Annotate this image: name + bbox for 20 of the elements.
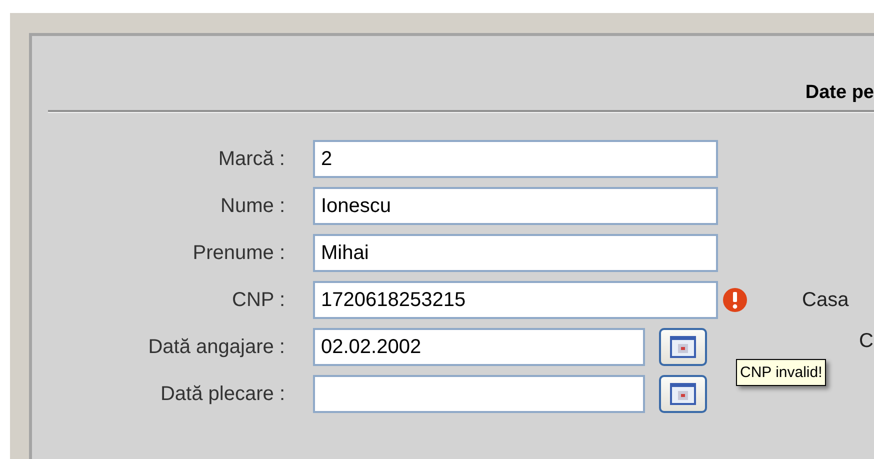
input-field[interactable]: Ionescu <box>313 187 718 225</box>
date-field[interactable] <box>313 375 645 413</box>
calendar-button[interactable] <box>659 328 707 366</box>
field-label: Prenume : <box>192 242 285 264</box>
calendar-icon <box>669 382 697 406</box>
input-field[interactable]: 2 <box>313 140 718 178</box>
field-label: Dată angajare : <box>147 336 285 358</box>
calendar-button[interactable] <box>659 375 707 413</box>
side-label: Casa <box>802 288 849 312</box>
field-label: Marcă : <box>217 148 285 170</box>
error-tooltip: CNP invalid! <box>736 359 826 386</box>
date-field[interactable]: 02.02.2002 <box>313 328 645 366</box>
input-field[interactable]: 1720618253215 <box>313 281 718 319</box>
section-title: Date pe <box>805 82 874 104</box>
calendar-icon <box>669 335 697 359</box>
field-label: Dată plecare : <box>159 382 285 406</box>
side-label: C <box>859 330 874 352</box>
field-label: Nume : <box>220 194 285 218</box>
input-field[interactable]: Mihai <box>313 234 718 272</box>
field-label: CNP : <box>231 288 285 312</box>
